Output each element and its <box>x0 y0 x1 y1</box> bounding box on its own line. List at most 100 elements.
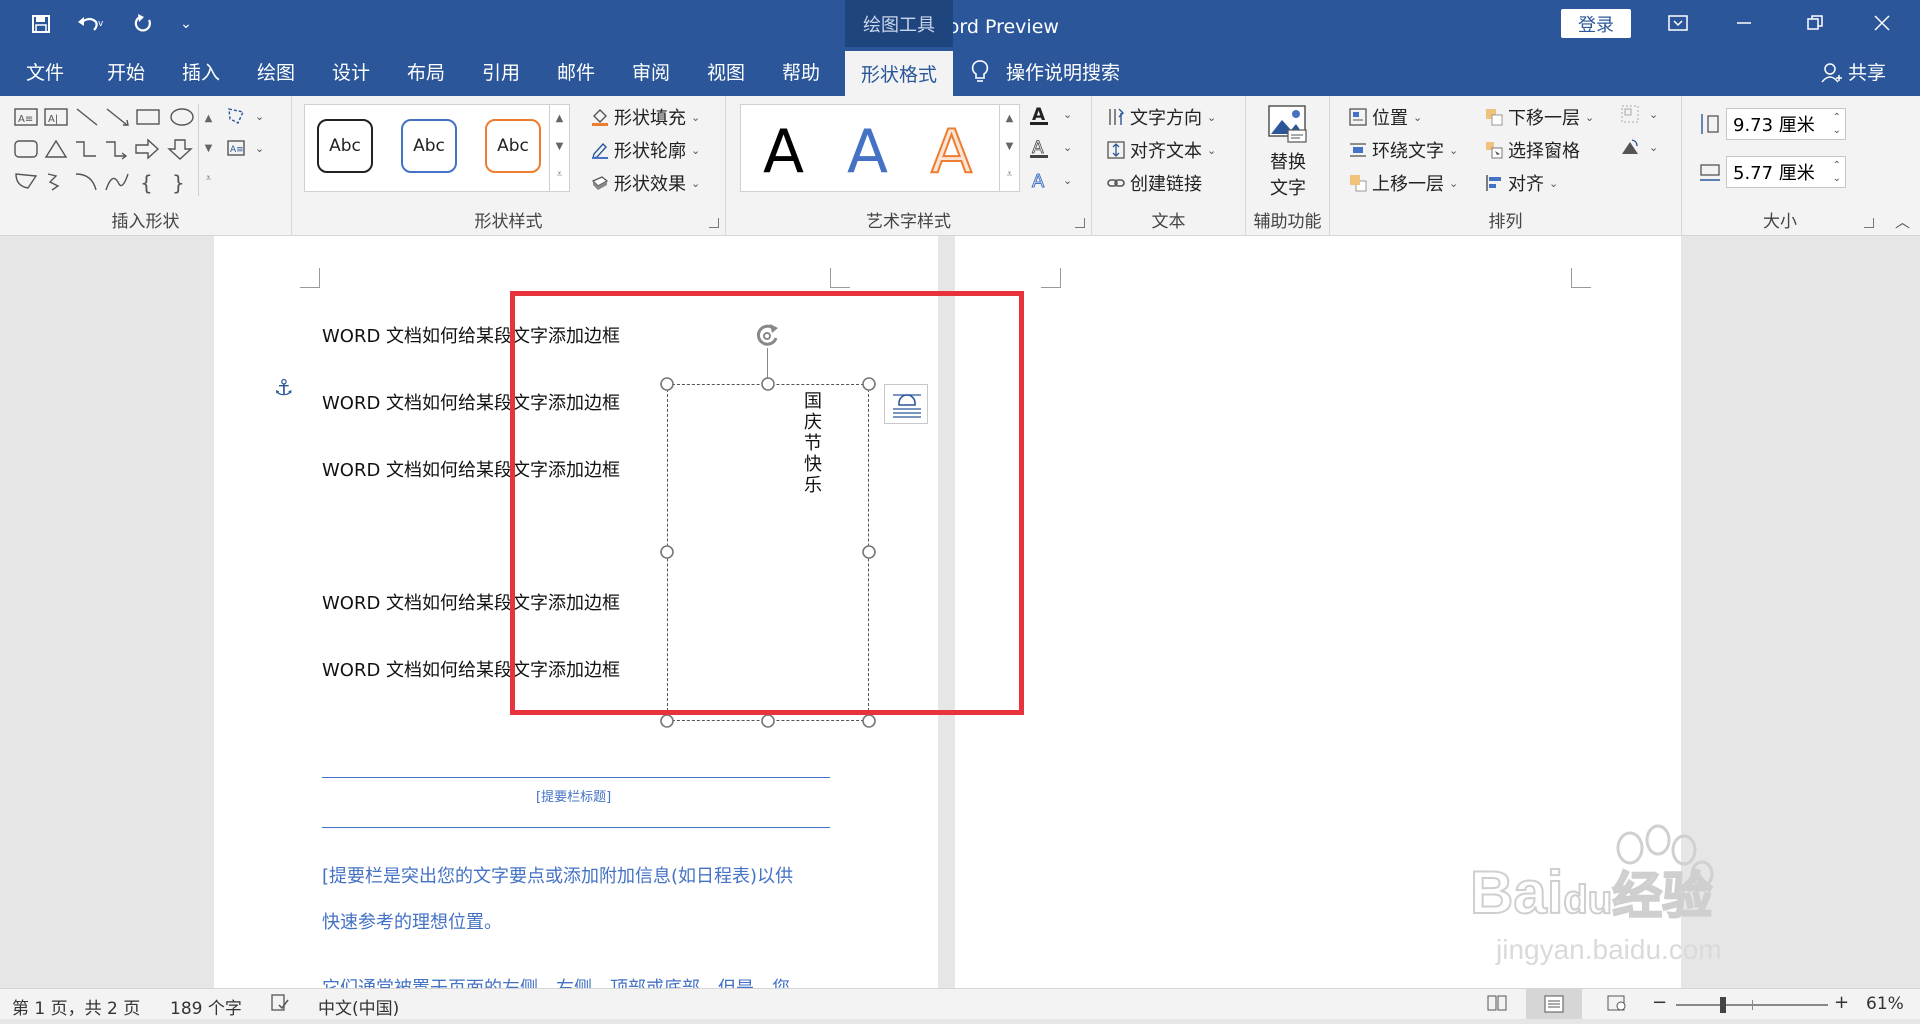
text-effects-button[interactable]: A ⌄ <box>1028 170 1073 193</box>
align-text-label: 对齐文本 <box>1130 141 1202 162</box>
login-button[interactable]: 登录 <box>1561 9 1631 38</box>
tab-mailings[interactable]: 邮件 <box>546 47 606 96</box>
tab-view[interactable]: 视图 <box>696 47 756 96</box>
selection-pane-button[interactable]: 选择窗格 <box>1484 137 1580 163</box>
tab-design[interactable]: 设计 <box>321 47 381 96</box>
wordart-sample-3[interactable]: A <box>930 116 973 188</box>
shape-fill-label: 形状填充 <box>614 108 686 129</box>
shape-style-sample-1[interactable]: Abc <box>317 119 373 173</box>
save-icon[interactable] <box>24 10 58 38</box>
shape-gallery-scroll[interactable]: ▲ ▼ ⩡ <box>198 104 218 196</box>
text-fill-button[interactable]: A ⌄ <box>1028 104 1072 125</box>
tell-me-search[interactable]: 操作说明搜索 <box>970 47 1120 96</box>
shape-width-spinner[interactable]: ⌃ ⌄ <box>1833 159 1841 185</box>
alt-text-button[interactable]: 替换 文字 <box>1256 102 1320 199</box>
align-text-button[interactable]: 对齐文本 ⌄ <box>1106 137 1216 163</box>
language[interactable]: 中文(中国) <box>318 994 399 1019</box>
text-outline-button[interactable]: A ⌄ <box>1028 137 1072 158</box>
shape-style-gallery[interactable]: Abc Abc Abc ▲ ▼ ⩡ <box>304 104 570 192</box>
margin-corner-top-left-p2 <box>1041 268 1061 288</box>
wordart-gallery[interactable]: A A A ▲ ▼ ⩡ <box>740 104 1020 192</box>
shape-width-value: 5.77 厘米 <box>1733 163 1815 184</box>
shape-fill-button[interactable]: 形状填充 ⌄ <box>590 104 700 130</box>
tab-references[interactable]: 引用 <box>471 47 531 96</box>
proofing-icon[interactable] <box>270 993 290 1018</box>
arrange-label: 排列 <box>1488 212 1523 232</box>
tab-help[interactable]: 帮助 <box>771 47 831 96</box>
paint-bucket-icon <box>590 107 610 127</box>
tab-draw[interactable]: 绘图 <box>246 47 306 96</box>
word-count[interactable]: 189 个字 <box>170 994 242 1019</box>
alt-text-label-line2: 文字 <box>1270 178 1306 199</box>
shape-effects-label: 形状效果 <box>614 174 686 195</box>
align-button[interactable]: 对齐 ⌄ <box>1484 170 1558 196</box>
wordart-dialog-launcher[interactable] <box>1075 218 1085 228</box>
minimize-icon[interactable] <box>1724 8 1764 38</box>
position-button[interactable]: 位置 ⌄ <box>1348 104 1422 130</box>
zoom-slider-thumb[interactable] <box>1720 997 1726 1013</box>
tab-layout[interactable]: 布局 <box>396 47 456 96</box>
shape-effects-button[interactable]: 形状效果 ⌄ <box>590 170 700 196</box>
shape-styles-group: Abc Abc Abc ▲ ▼ ⩡ 形状填充 ⌄ 形状轮廓 ⌄ 形状效果 ⌄ 形状样式 <box>292 96 726 236</box>
wrap-text-icon <box>1348 140 1368 160</box>
tab-review[interactable]: 审阅 <box>621 47 681 96</box>
collapse-ribbon-icon[interactable]: ︿ <box>1895 211 1910 232</box>
shape-styles-dialog-launcher[interactable] <box>709 218 719 228</box>
undo-icon[interactable]: v <box>68 10 112 38</box>
wrap-text-button[interactable]: 环绕文字 ⌄ <box>1348 137 1458 163</box>
wordart-sample-1[interactable]: A <box>763 117 804 187</box>
tab-shape-format[interactable]: 形状格式 <box>845 51 953 96</box>
document-area: ⚓ WORD 文档如何给某段文字添加边框 WORD 文档如何给某段文字添加边框 … <box>0 236 1920 988</box>
zoom-slider[interactable] <box>1676 997 1828 1013</box>
shape-width-input[interactable]: 5.77 厘米 ⌃ ⌄ <box>1726 156 1846 188</box>
redo-icon[interactable] <box>126 10 160 38</box>
text-box-button[interactable]: A≡ ⌄ <box>226 138 264 158</box>
wordart-gallery-scroll[interactable]: ▲ ▼ ⩡ <box>999 105 1019 191</box>
tab-file[interactable]: 文件 <box>16 47 74 96</box>
restore-icon[interactable] <box>1795 8 1835 38</box>
sidebar-body-line-3[interactable]: 它们通常被置于页面的左侧、右侧、顶部或底部。但是，您 <box>322 974 790 988</box>
svg-text:A≡: A≡ <box>230 145 244 155</box>
page-count[interactable]: 第 1 页，共 2 页 <box>12 994 140 1019</box>
rotate-button[interactable]: ⌄ <box>1620 137 1658 157</box>
wordart-sample-2[interactable]: A <box>847 117 888 187</box>
size-dialog-launcher[interactable] <box>1864 218 1874 228</box>
svg-text:A|: A| <box>48 114 58 125</box>
zoom-level[interactable]: 61% <box>1866 994 1904 1014</box>
send-backward-icon <box>1484 107 1504 127</box>
shape-height-spinner[interactable]: ⌃ ⌄ <box>1833 111 1841 137</box>
sidebar-body-line-1[interactable]: [提要栏是突出您的文字要点或添加附加信息(如日程表)以供 <box>322 862 793 888</box>
shape-height-input[interactable]: 9.73 厘米 ⌃ ⌄ <box>1726 108 1846 140</box>
print-layout-icon[interactable] <box>1526 989 1582 1019</box>
text-direction-button[interactable]: 文字方向 ⌄ <box>1106 104 1216 130</box>
share-button[interactable]: 共享 <box>1820 47 1886 96</box>
web-layout-icon[interactable] <box>1606 993 1628 1018</box>
shape-style-gallery-scroll[interactable]: ▲ ▼ ⩡ <box>549 105 569 191</box>
read-mode-icon[interactable] <box>1486 993 1508 1018</box>
svg-text:}: } <box>172 171 185 195</box>
create-link-button[interactable]: 创建链接 <box>1106 170 1202 196</box>
page-2[interactable] <box>955 236 1681 988</box>
zoom-in-button[interactable]: + <box>1834 992 1849 1013</box>
sidebar-body-line-2[interactable]: 快速参考的理想位置。 <box>322 908 502 934</box>
sidebar-title[interactable]: [提要栏标题] <box>536 786 611 805</box>
edit-shape-button[interactable]: ⌄ <box>226 106 264 126</box>
close-icon[interactable] <box>1862 8 1902 38</box>
send-backward-button[interactable]: 下移一层 ⌄ <box>1484 104 1594 130</box>
customize-icon[interactable]: ⌄ <box>176 10 196 38</box>
position-label: 位置 <box>1372 108 1408 129</box>
shape-gallery[interactable]: A≡ A| { } <box>12 106 218 196</box>
share-label: 共享 <box>1848 62 1887 84</box>
ribbon-display-options-icon[interactable] <box>1658 8 1698 38</box>
shape-style-sample-2[interactable]: Abc <box>401 119 457 173</box>
group-objects-button[interactable]: ⌄ <box>1620 104 1658 124</box>
highlight-rectangle <box>510 291 1024 715</box>
bring-forward-button[interactable]: 上移一层 ⌄ <box>1348 170 1458 196</box>
tab-insert[interactable]: 插入 <box>171 47 231 96</box>
person-icon <box>1820 61 1842 83</box>
tab-home[interactable]: 开始 <box>96 47 156 96</box>
text-fill-icon: A <box>1028 104 1054 125</box>
zoom-out-button[interactable]: − <box>1652 992 1667 1013</box>
shape-style-sample-3[interactable]: Abc <box>485 119 541 173</box>
shape-outline-button[interactable]: 形状轮廓 ⌄ <box>590 137 700 163</box>
